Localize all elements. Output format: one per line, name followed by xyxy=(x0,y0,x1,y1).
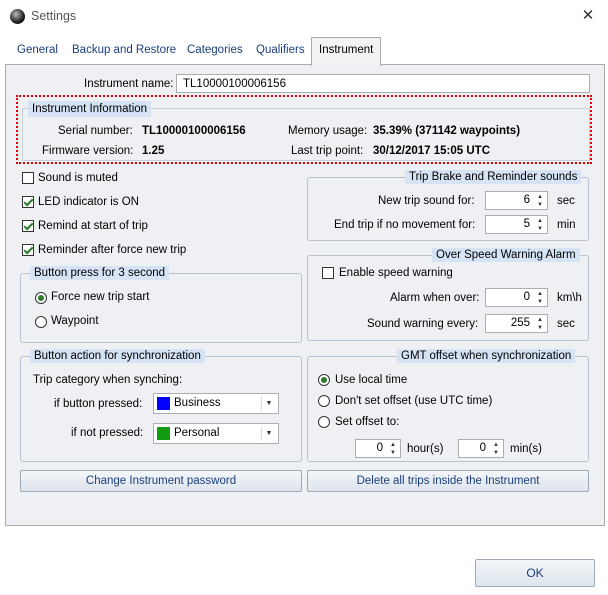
utc-time-label: Don't set offset (use UTC time) xyxy=(335,395,493,407)
led-indicator-label: LED indicator is ON xyxy=(38,196,139,208)
alarm-when-over-unit: km\h xyxy=(557,292,582,304)
spin-down-icon[interactable]: ▼ xyxy=(535,225,545,233)
offset-hours-value: 0 xyxy=(376,442,383,454)
spin-down-icon[interactable]: ▼ xyxy=(388,449,398,457)
spin-down-icon[interactable]: ▼ xyxy=(535,324,545,332)
last-trip-point-value: 30/12/2017 15:05 UTC xyxy=(373,145,490,157)
waypoint-label: Waypoint xyxy=(51,315,99,327)
instrument-name-input[interactable]: TL10000100006156 xyxy=(176,74,590,93)
sound-muted-checkbox[interactable] xyxy=(22,172,34,184)
led-indicator-checkbox[interactable] xyxy=(22,196,34,208)
spin-up-icon[interactable]: ▲ xyxy=(388,441,398,449)
waypoint-radio[interactable] xyxy=(35,316,47,328)
offset-mins-unit: min(s) xyxy=(510,443,542,455)
offset-hours-unit: hour(s) xyxy=(407,443,444,455)
last-trip-point-label: Last trip point: xyxy=(291,145,364,157)
alarm-when-over-value: 0 xyxy=(523,291,530,303)
personal-color-swatch xyxy=(157,427,170,440)
remind-start-label: Remind at start of trip xyxy=(38,220,148,232)
set-offset-label: Set offset to: xyxy=(335,416,400,428)
enable-speed-warning-label: Enable speed warning xyxy=(339,267,453,279)
title-bar xyxy=(0,0,608,34)
new-trip-sound-value: 6 xyxy=(523,194,530,206)
spin-down-icon[interactable]: ▼ xyxy=(535,298,545,306)
sound-warning-spinner[interactable]: 255 ▲ ▼ xyxy=(485,314,548,333)
end-trip-label: End trip if no movement for: xyxy=(334,219,476,231)
chevron-down-icon[interactable]: ▼ xyxy=(261,396,276,411)
alarm-when-over-label: Alarm when over: xyxy=(390,292,480,304)
offset-mins-spinner[interactable]: 0 ▲ ▼ xyxy=(458,439,504,458)
memory-usage-value: 35.39% (371142 waypoints) xyxy=(373,125,521,137)
spin-down-icon[interactable]: ▼ xyxy=(535,201,545,209)
firmware-version-label: Firmware version: xyxy=(42,145,134,157)
force-new-trip-label: Force new trip start xyxy=(51,291,150,303)
new-trip-sound-spinner[interactable]: 6 ▲ ▼ xyxy=(485,191,548,210)
alarm-when-over-spinner[interactable]: 0 ▲ ▼ xyxy=(485,288,548,307)
set-offset-radio[interactable] xyxy=(318,416,330,428)
end-trip-value: 5 xyxy=(523,218,530,230)
if-not-pressed-select[interactable]: Personal ▼ xyxy=(153,423,279,444)
spin-up-icon[interactable]: ▲ xyxy=(535,193,545,201)
button-press-group xyxy=(20,273,302,343)
if-pressed-value: Business xyxy=(174,397,221,409)
if-pressed-label: if button pressed: xyxy=(54,398,143,410)
chevron-down-icon[interactable]: ▼ xyxy=(261,426,276,441)
sound-warning-unit: sec xyxy=(557,318,575,330)
trip-brake-title: Trip Brake and Reminder sounds xyxy=(405,170,582,184)
memory-usage-label: Memory usage: xyxy=(288,125,368,137)
sound-warning-label: Sound warning every: xyxy=(367,318,479,330)
use-local-time-label: Use local time xyxy=(335,374,408,386)
serial-number-label: Serial number: xyxy=(58,125,133,137)
instrument-name-label: Instrument name: xyxy=(84,78,174,90)
spin-up-icon[interactable]: ▲ xyxy=(535,290,545,298)
firmware-version-value: 1.25 xyxy=(142,145,165,157)
sound-muted-label: Sound is muted xyxy=(38,172,118,184)
end-trip-spinner[interactable]: 5 ▲ ▼ xyxy=(485,215,548,234)
change-password-button[interactable]: Change Instrument password xyxy=(20,470,302,492)
tab-qualifiers[interactable]: Qualifiers xyxy=(249,38,312,62)
delete-trips-button[interactable]: Delete all trips inside the Instrument xyxy=(307,470,589,492)
new-trip-sound-unit: sec xyxy=(557,195,575,207)
spin-up-icon[interactable]: ▲ xyxy=(535,316,545,324)
force-new-trip-radio[interactable] xyxy=(35,292,47,304)
instrument-info-heading: Instrument Information xyxy=(28,101,152,117)
offset-hours-spinner[interactable]: 0 ▲ ▼ xyxy=(355,439,401,458)
tab-backup-and-restore[interactable]: Backup and Restore xyxy=(65,38,183,62)
utc-time-radio[interactable] xyxy=(318,395,330,407)
end-trip-unit: min xyxy=(557,219,576,231)
serial-number-value: TL10000100006156 xyxy=(142,125,246,137)
gmt-offset-title: GMT offset when synchronization xyxy=(397,349,576,363)
tab-general[interactable]: General xyxy=(10,38,65,62)
new-trip-sound-label: New trip sound for: xyxy=(378,195,475,207)
offset-mins-value: 0 xyxy=(479,442,486,454)
app-logo-icon xyxy=(10,9,25,24)
tab-instrument[interactable]: Instrument xyxy=(311,37,382,66)
reminder-force-label: Reminder after force new trip xyxy=(38,244,187,256)
ok-button[interactable]: OK xyxy=(475,559,595,587)
if-not-pressed-label: if not pressed: xyxy=(71,427,144,439)
spin-down-icon[interactable]: ▼ xyxy=(491,449,501,457)
spin-up-icon[interactable]: ▲ xyxy=(535,217,545,225)
spin-up-icon[interactable]: ▲ xyxy=(491,441,501,449)
overspeed-title: Over Speed Warning Alarm xyxy=(432,248,580,262)
reminder-force-checkbox[interactable] xyxy=(22,244,34,256)
sync-action-title: Button action for synchronization xyxy=(30,349,205,363)
close-icon[interactable]: ✕ xyxy=(577,6,599,26)
gmt-offset-group xyxy=(307,356,589,462)
enable-speed-warning-checkbox[interactable] xyxy=(322,267,334,279)
remind-start-checkbox[interactable] xyxy=(22,220,34,232)
trip-category-label: Trip category when synching: xyxy=(33,374,183,386)
if-not-pressed-value: Personal xyxy=(174,427,220,439)
button-press-title: Button press for 3 second xyxy=(30,266,170,280)
window-title: Settings xyxy=(31,9,77,23)
use-local-time-radio[interactable] xyxy=(318,374,330,386)
business-color-swatch xyxy=(157,397,170,410)
if-pressed-select[interactable]: Business ▼ xyxy=(153,393,279,414)
tab-categories[interactable]: Categories xyxy=(180,38,250,62)
sound-warning-value: 255 xyxy=(510,317,530,329)
